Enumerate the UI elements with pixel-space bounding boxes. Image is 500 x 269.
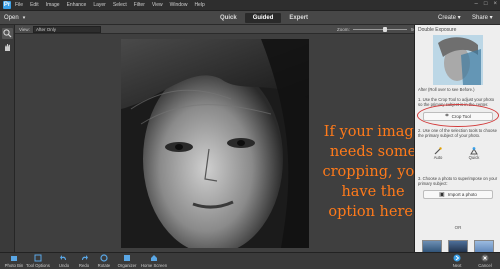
canvas-area: If your image needs some cropping, you h… xyxy=(15,34,424,252)
undo-icon xyxy=(60,255,66,260)
home-screen-label: Home Screen xyxy=(140,263,168,268)
tool-options-icon xyxy=(34,254,42,262)
share-button[interactable]: Share ▾ xyxy=(472,13,493,23)
cancel-button[interactable]: Cancel xyxy=(472,254,498,268)
redo-icon xyxy=(82,255,88,260)
undo-label: Undo xyxy=(58,263,70,268)
next-button[interactable]: Next xyxy=(446,254,468,268)
tab-guided[interactable]: Guided xyxy=(244,13,282,23)
tab-expert[interactable]: Expert xyxy=(281,13,316,23)
tab-quick[interactable]: Quick xyxy=(212,13,245,23)
menu-view[interactable]: View xyxy=(152,2,163,8)
rotate-icon xyxy=(100,254,108,262)
crop-highlight-circle xyxy=(417,104,499,127)
organizer-icon xyxy=(124,255,130,261)
create-button[interactable]: Create ▾ xyxy=(438,13,461,23)
menu-window[interactable]: Window xyxy=(170,2,188,8)
quick-label: Quick xyxy=(468,155,480,160)
window-controls: – □ × xyxy=(475,1,497,7)
menu-layer[interactable]: Layer xyxy=(93,2,106,8)
close-icon[interactable]: × xyxy=(493,1,497,7)
mode-bar: Open ▾ Quick Guided Expert Create ▾ Shar… xyxy=(0,11,500,25)
bottom-bar: Photo Bin Tool Options Undo Redo Rotate … xyxy=(0,252,500,269)
or-label: OR xyxy=(454,225,462,230)
annotation-text: If your image needs some cropping, you h… xyxy=(322,124,424,220)
menu-image[interactable]: Image xyxy=(46,2,60,8)
next-icon xyxy=(453,254,461,262)
redo-label: Redo xyxy=(78,263,90,268)
menu-help[interactable]: Help xyxy=(194,2,204,8)
cancel-label: Cancel xyxy=(478,263,492,268)
view-select[interactable]: After Only xyxy=(33,26,101,33)
preview-thumbnail[interactable] xyxy=(433,35,483,85)
import-photo-button[interactable]: ▣ Import a photo xyxy=(423,190,493,199)
left-toolbar xyxy=(0,25,15,252)
menu-file[interactable]: File xyxy=(15,2,23,8)
hand-tool-icon[interactable] xyxy=(2,42,13,53)
menu-select[interactable]: Select xyxy=(113,2,127,8)
tool-options-button[interactable]: Tool Options xyxy=(24,254,52,268)
auto-label: Auto xyxy=(433,155,443,160)
portrait-photo[interactable] xyxy=(121,39,309,248)
zoom-slider-handle[interactable] xyxy=(383,27,388,32)
cancel-icon xyxy=(481,254,489,262)
zoom-tool-icon[interactable] xyxy=(2,28,13,39)
tool-options-label: Tool Options xyxy=(26,263,50,268)
step-2-text: 2. Use one of the selection tools to cho… xyxy=(418,128,497,138)
create-label: Create xyxy=(438,15,457,21)
home-screen-button[interactable]: Home Screen xyxy=(137,254,171,268)
app-icon: Pr xyxy=(3,1,11,9)
mode-tabs: Quick Guided Expert xyxy=(212,13,316,23)
step-3-text: 3. Choose a photo to superimpose on your… xyxy=(418,176,498,186)
auto-select-icon[interactable] xyxy=(433,143,443,155)
next-label: Next xyxy=(452,263,462,268)
photo-bin-label: Photo Bin xyxy=(4,263,24,268)
zoom-slider[interactable] xyxy=(353,29,407,30)
view-bar: View: After Only Zoom: 50% xyxy=(15,25,420,34)
quick-select-icon[interactable] xyxy=(469,143,479,155)
menu-edit[interactable]: Edit xyxy=(30,2,39,8)
organizer-label: Organizer xyxy=(117,263,137,268)
photo-bin-icon xyxy=(11,256,17,261)
chevron-down-icon: ▾ xyxy=(22,15,26,21)
menu-bar: Pr File Edit Image Enhance Layer Select … xyxy=(0,0,500,11)
open-label: Open xyxy=(4,15,19,21)
view-label: View: xyxy=(19,27,30,32)
minimize-icon[interactable]: – xyxy=(475,1,478,7)
open-button[interactable]: Open ▾ xyxy=(4,13,25,23)
rotate-label: Rotate xyxy=(97,263,111,268)
share-label: Share xyxy=(472,15,489,21)
menu-enhance[interactable]: Enhance xyxy=(67,2,87,8)
preview-caption: After (Roll over to see Before.) xyxy=(418,87,475,92)
home-icon xyxy=(151,255,157,261)
panel-title: Double Exposure xyxy=(418,27,457,33)
import-icon: ▣ xyxy=(439,192,445,198)
zoom-label: Zoom: xyxy=(337,27,350,32)
import-photo-label: Import a photo xyxy=(447,192,477,197)
guided-panel: Double Exposure After (Roll over to see … xyxy=(414,25,500,269)
menu-filter[interactable]: Filter xyxy=(134,2,145,8)
maximize-icon[interactable]: □ xyxy=(484,1,488,7)
